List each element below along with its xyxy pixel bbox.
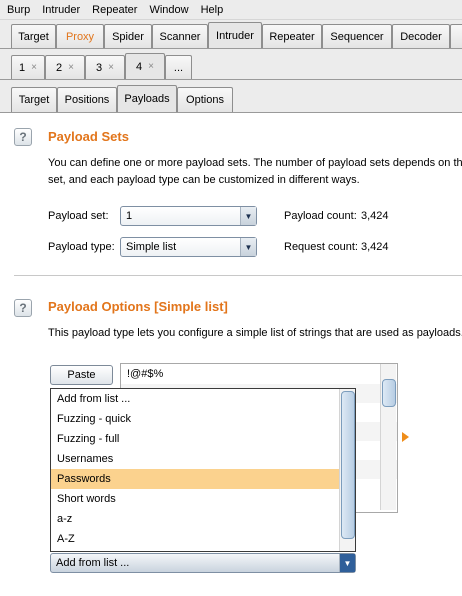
tab-spider[interactable]: Spider <box>104 24 152 48</box>
attack-tab-3[interactable]: 3 × <box>85 55 125 79</box>
attack-tab-4[interactable]: 4 × <box>125 53 165 79</box>
payload-set-value: 1 <box>126 210 133 222</box>
tab-sequencer-label: Sequencer <box>330 30 384 43</box>
payload-count-value: 3,424 <box>361 210 389 222</box>
payload-sets-title: Payload Sets <box>48 129 129 144</box>
scrollbar-thumb[interactable] <box>341 391 355 539</box>
payload-type-value: Simple list <box>126 241 177 253</box>
chevron-down-icon: ▼ <box>339 554 355 572</box>
dropdown-item-fuzzing-full[interactable]: Fuzzing - full <box>51 429 339 449</box>
attack-tab-1[interactable]: 1 × <box>11 55 45 79</box>
tab-intruder[interactable]: Intruder <box>208 22 262 48</box>
payload-sets-desc-line2: set, and each payload type can be custom… <box>48 174 360 186</box>
payload-options-title: Payload Options [Simple list] <box>48 299 228 314</box>
chevron-down-icon: ▼ <box>240 207 256 225</box>
menu-burp[interactable]: Burp <box>0 4 35 16</box>
tab-decoder-label: Decoder <box>400 30 442 43</box>
dropdown-item-add-from-list[interactable]: Add from list ... <box>51 389 339 409</box>
subtab-payloads[interactable]: Payloads <box>117 85 177 112</box>
help-icon[interactable]: ? <box>14 128 32 146</box>
close-icon[interactable]: × <box>148 61 154 72</box>
subtab-target-label: Target <box>18 94 50 106</box>
tab-repeater[interactable]: Repeater <box>262 24 322 48</box>
main-tab-bar: Target Proxy Spider Scanner Intruder Rep… <box>0 20 462 48</box>
add-from-list-value: Add from list ... <box>56 557 130 569</box>
subtab-target[interactable]: Target <box>11 87 57 112</box>
attack-tab-3-label: 3 <box>96 61 103 74</box>
payload-set-label: Payload set: <box>48 210 109 222</box>
request-count-value: 3,424 <box>361 241 389 253</box>
close-icon[interactable]: × <box>31 62 37 73</box>
attack-tab-new[interactable]: ... <box>165 55 192 79</box>
sub-tab-separator <box>0 112 462 113</box>
payload-type-select[interactable]: Simple list ▼ <box>120 237 257 257</box>
menu-intruder[interactable]: Intruder <box>35 4 85 16</box>
paste-button[interactable]: Paste <box>50 365 113 385</box>
subtab-positions-label: Positions <box>64 94 110 106</box>
tab-scanner-label: Scanner <box>159 30 201 43</box>
tab-proxy-label: Proxy <box>65 30 95 43</box>
add-from-list-dropdown[interactable]: Add from list ... Fuzzing - quick Fuzzin… <box>50 388 356 552</box>
subtab-options-label: Options <box>186 94 224 106</box>
dropdown-item-passwords[interactable]: Passwords <box>51 469 339 489</box>
payload-set-select[interactable]: 1 ▼ <box>120 206 257 226</box>
dropdown-item-a-z-upper[interactable]: A-Z <box>51 529 339 549</box>
list-item[interactable]: !@#$% <box>121 365 397 384</box>
menu-bar: Burp Intruder Repeater Window Help <box>0 0 462 20</box>
tab-repeater-label: Repeater <box>269 30 315 43</box>
request-count-label: Request count: <box>284 241 358 253</box>
attack-tab-4-label: 4 <box>136 60 143 73</box>
section-divider <box>14 275 462 276</box>
subtab-positions[interactable]: Positions <box>57 87 117 112</box>
tab-target[interactable]: Target <box>11 24 56 48</box>
subtab-options[interactable]: Options <box>177 87 233 112</box>
add-from-list-select[interactable]: Add from list ... ▼ <box>50 553 356 573</box>
tab-decoder[interactable]: Decoder <box>392 24 450 48</box>
close-icon[interactable]: × <box>108 62 114 73</box>
dropdown-item-short-words[interactable]: Short words <box>51 489 339 509</box>
attack-tab-2[interactable]: 2 × <box>45 55 85 79</box>
tab-sequencer[interactable]: Sequencer <box>322 24 392 48</box>
dropdown-scrollbar[interactable] <box>339 389 355 551</box>
close-icon[interactable]: × <box>68 62 74 73</box>
payload-type-label: Payload type: <box>48 241 115 253</box>
tab-overflow[interactable] <box>450 24 462 48</box>
dropdown-item-a-z-lower[interactable]: a-z <box>51 509 339 529</box>
attack-tab-2-label: 2 <box>56 61 63 74</box>
payload-count-label: Payload count: <box>284 210 357 222</box>
sub-tab-bar: Target Positions Payloads Options <box>0 80 462 113</box>
arrow-right-icon <box>402 432 409 442</box>
tab-target-label: Target <box>18 30 49 43</box>
tab-proxy[interactable]: Proxy <box>56 24 104 48</box>
subtab-payloads-label: Payloads <box>124 93 170 105</box>
attack-tab-bar: 1 × 2 × 3 × 4 × ... <box>0 49 462 80</box>
attack-tab-1-label: 1 <box>19 61 26 74</box>
payload-list-scrollbar[interactable] <box>380 364 396 510</box>
tab-intruder-label: Intruder <box>216 29 254 42</box>
chevron-down-icon: ▼ <box>240 238 256 256</box>
attack-tab-new-label: ... <box>173 61 184 74</box>
payload-options-desc: This payload type lets you configure a s… <box>48 327 462 339</box>
tab-spider-label: Spider <box>112 30 144 43</box>
menu-help[interactable]: Help <box>194 4 229 16</box>
menu-window[interactable]: Window <box>142 4 193 16</box>
dropdown-item-fuzzing-quick[interactable]: Fuzzing - quick <box>51 409 339 429</box>
dropdown-item-usernames[interactable]: Usernames <box>51 449 339 469</box>
help-icon[interactable]: ? <box>14 299 32 317</box>
tab-scanner[interactable]: Scanner <box>152 24 208 48</box>
payload-sets-desc-line1: You can define one or more payload sets.… <box>48 157 462 169</box>
scrollbar-thumb[interactable] <box>382 379 396 407</box>
menu-repeater[interactable]: Repeater <box>85 4 142 16</box>
